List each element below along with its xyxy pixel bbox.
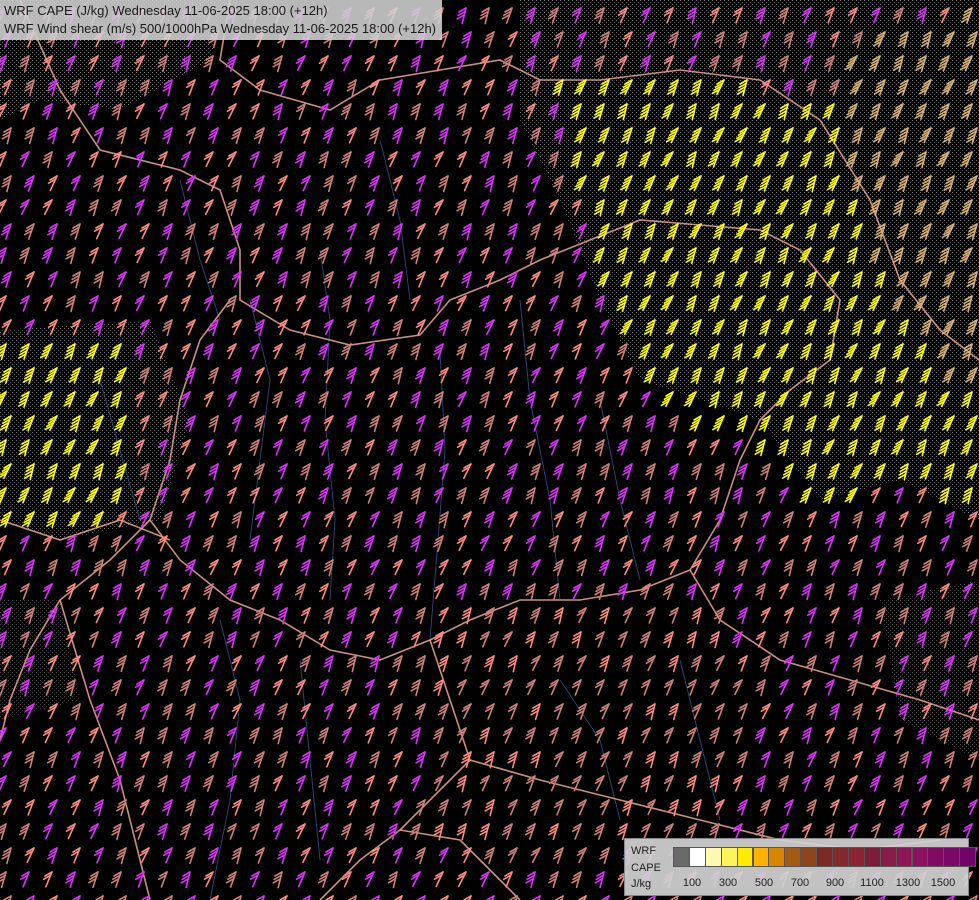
weather-map: WRF CAPE (J/kg) Wednesday 11-06-2025 18:… (0, 0, 979, 900)
map-canvas (0, 0, 979, 900)
